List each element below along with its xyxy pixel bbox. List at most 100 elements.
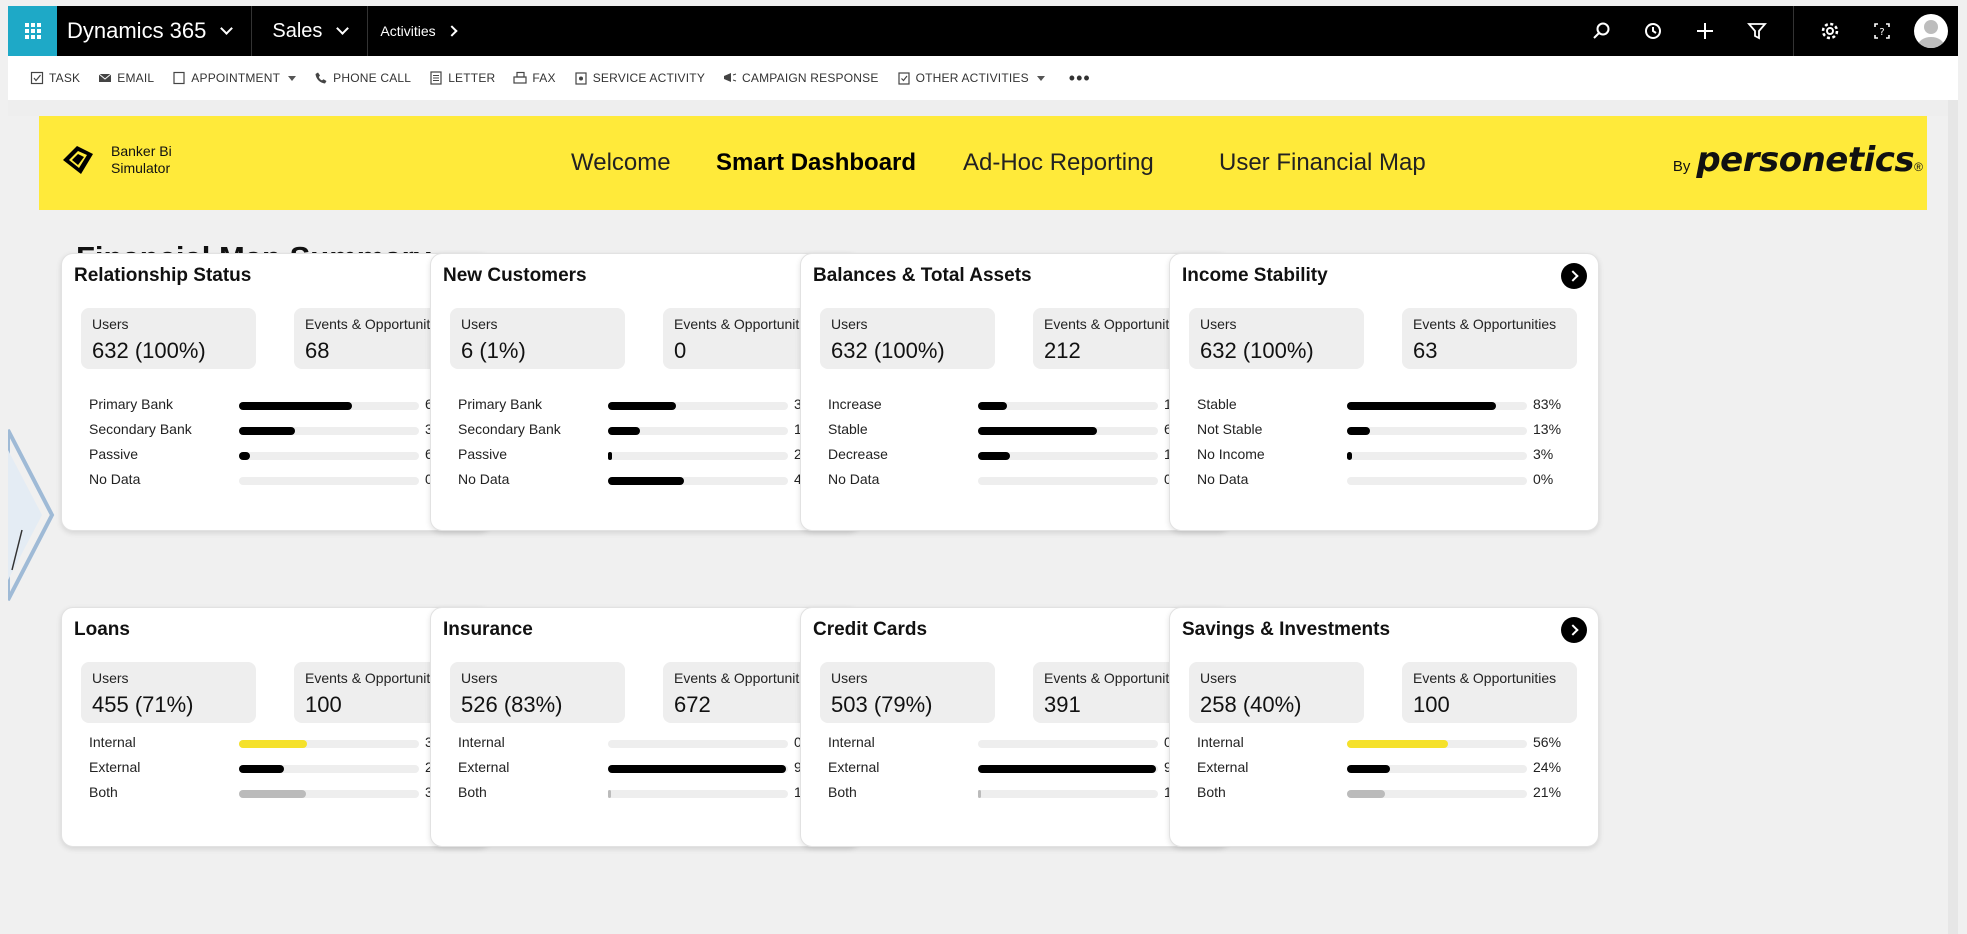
events-label: Events & Opportunities	[1413, 316, 1557, 332]
row-label: External	[89, 759, 141, 775]
breakdown-row: Decrease18%	[801, 446, 1229, 466]
row-label: Stable	[1197, 396, 1237, 412]
help-icon[interactable]: ?	[1856, 6, 1908, 56]
phone-call-button[interactable]: PHONE CALL	[314, 71, 411, 85]
users-label: Users	[831, 670, 868, 686]
row-label: Primary Bank	[89, 396, 174, 412]
events-value: 63	[1413, 338, 1438, 363]
row-label: Internal	[458, 734, 505, 750]
campaign-response-label: CAMPAIGN RESPONSE	[742, 71, 879, 85]
breakdown-row: External99%	[801, 759, 1229, 779]
card-title: Loans	[74, 619, 130, 640]
progress-fill	[239, 765, 284, 773]
task-icon	[30, 71, 44, 85]
events-value: 391	[1044, 692, 1081, 717]
nav-smart-dashboard[interactable]: Smart Dashboard	[716, 116, 916, 210]
avatar[interactable]	[1914, 14, 1948, 48]
campaign-response-button[interactable]: CAMPAIGN RESPONSE	[723, 71, 879, 85]
users-label: Users	[461, 670, 498, 686]
row-label: Not Stable	[1197, 421, 1263, 437]
gear-icon[interactable]	[1804, 6, 1856, 56]
breakdown-row: Primary Bank63%	[62, 396, 490, 416]
command-bar: TASK EMAIL APPOINTMENT PHONE CALL LETTER…	[8, 56, 1958, 100]
breakdown-row: Both37%	[62, 784, 490, 804]
progress-bar	[1347, 790, 1527, 798]
progress-bar	[1347, 477, 1527, 485]
filter-icon[interactable]	[1731, 6, 1783, 56]
app-window: Dynamics 365 Sales Activities ? TASK EMA…	[8, 6, 1958, 934]
nav-ad-hoc-reporting[interactable]: Ad-Hoc Reporting	[963, 116, 1154, 210]
row-label: No Data	[458, 471, 510, 487]
card-income-stability: Income Stability Users 632 (100%) Events & …	[1169, 253, 1599, 531]
row-label: Both	[89, 784, 118, 800]
breadcrumb[interactable]: Activities	[368, 6, 458, 56]
progress-fill	[608, 790, 611, 798]
service-activity-button[interactable]: SERVICE ACTIVITY	[574, 71, 705, 85]
card-savings-and-investments: Savings & Investments Users 258 (40%) Event…	[1169, 607, 1599, 847]
users-stat: Users 258 (40%)	[1189, 662, 1364, 723]
users-value: 632 (100%)	[92, 338, 206, 363]
app-title: Dynamics 365	[67, 18, 207, 43]
card-loans: Loans Users 455 (71%) Events & Opportunitie…	[61, 607, 491, 847]
progress-bar	[608, 477, 788, 485]
row-label: Internal	[89, 734, 136, 750]
events-value: 100	[305, 692, 342, 717]
search-icon[interactable]	[1575, 6, 1627, 56]
other-activities-button[interactable]: OTHER ACTIVITIES	[897, 71, 1045, 85]
plus-icon[interactable]	[1679, 6, 1731, 56]
letter-button[interactable]: LETTER	[429, 71, 495, 85]
progress-bar	[608, 402, 788, 410]
events-stat: Events & Opportunities 100	[1402, 662, 1577, 723]
module-menu[interactable]: Sales	[252, 6, 350, 56]
chevron-right-icon[interactable]	[1561, 263, 1587, 289]
breakdown-row: Internal0%	[801, 734, 1229, 754]
brand-by: By	[1672, 158, 1691, 175]
task-button[interactable]: TASK	[30, 71, 80, 85]
waffle-icon	[24, 23, 41, 39]
email-button[interactable]: EMAIL	[98, 71, 154, 85]
row-label: Internal	[1197, 734, 1244, 750]
card-title: Relationship Status	[74, 265, 252, 286]
card-title: Balances & Total Assets	[813, 265, 1032, 286]
progress-bar	[608, 427, 788, 435]
appointment-button[interactable]: APPOINTMENT	[172, 71, 297, 85]
breakdown-row: External25%	[62, 759, 490, 779]
app-launcher-button[interactable]	[8, 6, 57, 56]
top-right-toolbar: ?	[1575, 6, 1958, 56]
card-insurance: Insurance Users 526 (83%) Events & Opportun…	[430, 607, 860, 847]
progress-fill	[239, 452, 250, 460]
vertical-scrollbar[interactable]	[1948, 100, 1958, 934]
row-label: External	[828, 759, 880, 775]
progress-bar	[978, 765, 1158, 773]
row-label: Secondary Bank	[458, 421, 561, 437]
nav-welcome[interactable]: Welcome	[571, 116, 671, 210]
nav-user-financial-map[interactable]: User Financial Map	[1219, 116, 1426, 210]
banker-bi-logo[interactable]: Banker Bi Simulator	[59, 140, 172, 180]
row-percent: 83%	[1533, 396, 1562, 412]
more-commands-button[interactable]: •••	[1069, 68, 1091, 89]
breakdown-row: Stable 83%	[1170, 396, 1598, 416]
row-label: Both	[828, 784, 857, 800]
row-label: Internal	[828, 734, 875, 750]
progress-bar	[1347, 765, 1527, 773]
users-stat: Users 503 (79%)	[820, 662, 995, 723]
users-stat: Users 632 (100%)	[820, 308, 995, 369]
progress-bar	[978, 477, 1158, 485]
row-label: No Data	[828, 471, 880, 487]
progress-fill	[608, 402, 677, 410]
card-relationship-status: Relationship Status Users 632 (100%) Events…	[61, 253, 491, 531]
caret-down-icon[interactable]	[288, 75, 297, 81]
progress-fill	[1347, 740, 1448, 748]
progress-bar	[978, 790, 1158, 798]
history-icon[interactable]	[1627, 6, 1679, 56]
chevron-right-icon[interactable]	[1561, 617, 1587, 643]
events-stat: Events & Opportunities 63	[1402, 308, 1577, 369]
events-value: 100	[1413, 692, 1450, 717]
progress-bar	[239, 477, 419, 485]
users-value: 455 (71%)	[92, 692, 194, 717]
fax-button[interactable]: FAX	[513, 71, 555, 85]
breakdown-row: Both 21%	[1170, 784, 1598, 804]
chevron-right-icon	[445, 25, 458, 37]
app-title-menu[interactable]: Dynamics 365	[57, 6, 234, 56]
progress-bar	[608, 765, 788, 773]
